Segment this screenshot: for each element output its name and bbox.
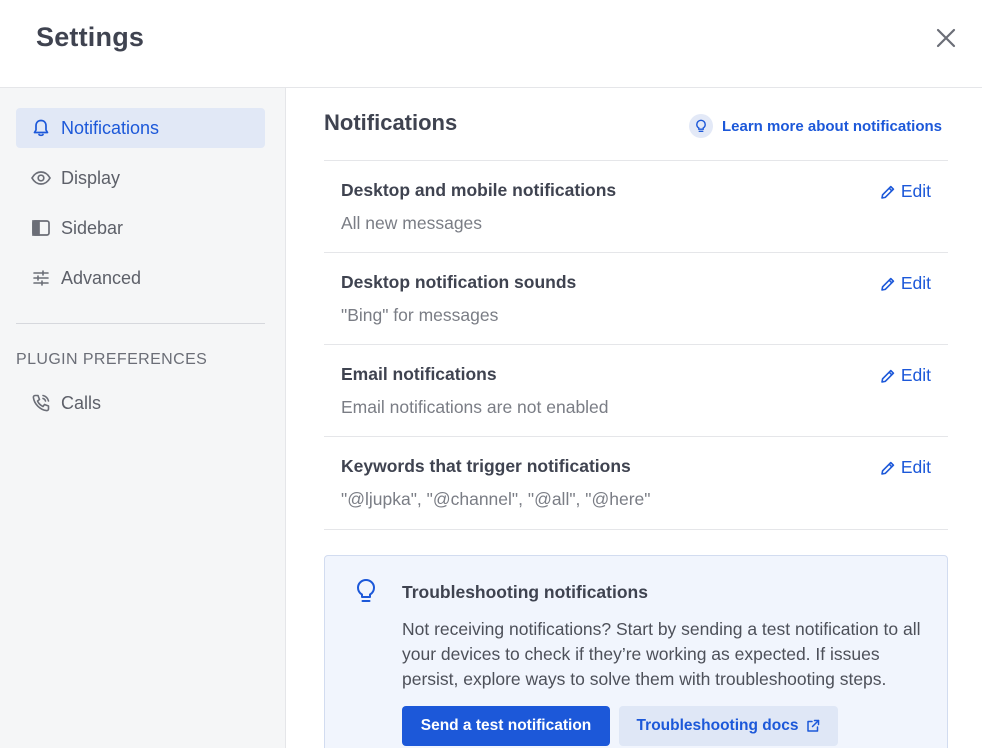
troubleshooting-title: Troubleshooting notifications <box>402 582 648 602</box>
button-label: Send a test notification <box>420 717 592 734</box>
sidebar-item-label: Calls <box>61 392 102 413</box>
close-button[interactable] <box>930 22 962 54</box>
setting-row-keywords: Keywords that trigger notifications "@lj… <box>324 437 948 530</box>
bell-icon <box>30 117 52 139</box>
section-title: Notifications <box>324 110 458 135</box>
setting-value: "Bing" for messages <box>341 305 499 325</box>
phone-icon <box>30 392 52 414</box>
learn-more-text: Learn more about notifications <box>722 117 943 135</box>
sidebar-item-label: Notifications <box>61 117 160 138</box>
pencil-icon <box>881 461 895 475</box>
troubleshooting-card: Troubleshooting notifications Not receiv… <box>324 555 948 748</box>
sidebar-item-label: Display <box>61 167 121 188</box>
edit-label: Edit <box>900 365 931 385</box>
troubleshooting-body: Not receiving notifications? Start by se… <box>402 619 921 689</box>
pencil-icon <box>881 185 895 199</box>
edit-label: Edit <box>900 457 931 477</box>
pencil-icon <box>881 369 895 383</box>
settings-sidebar: Notifications Display Sidebar Advanced P… <box>0 88 286 748</box>
sidebar-item-label: Advanced <box>61 267 142 288</box>
setting-row-email: Email notifications Email notifications … <box>324 345 948 437</box>
edit-button[interactable]: Edit <box>880 457 931 478</box>
sidebar-item-calls[interactable]: Calls <box>16 383 265 423</box>
eye-icon <box>30 167 52 189</box>
edit-label: Edit <box>900 273 931 293</box>
setting-title: Desktop and mobile notifications <box>341 180 617 200</box>
notifications-panel: Notifications Learn more about notificat… <box>287 88 982 748</box>
sidebar-item-sidebar[interactable]: Sidebar <box>16 208 265 248</box>
setting-title: Email notifications <box>341 364 497 384</box>
setting-value: "@ljupka", "@channel", "@all", "@here" <box>341 489 651 509</box>
pencil-icon <box>881 277 895 291</box>
sidebar-item-display[interactable]: Display <box>16 158 265 198</box>
sidebar-item-advanced[interactable]: Advanced <box>16 258 265 298</box>
setting-value: Email notifications are not enabled <box>341 397 609 417</box>
close-icon <box>936 28 956 48</box>
sidebar-panel-icon <box>30 217 52 239</box>
sidebar-item-notifications[interactable]: Notifications <box>16 108 265 148</box>
modal-title: Settings <box>36 22 145 52</box>
sidebar-item-label: Sidebar <box>61 217 124 238</box>
lightbulb-icon <box>689 114 713 138</box>
edit-button[interactable]: Edit <box>880 181 931 202</box>
edit-button[interactable]: Edit <box>880 365 931 386</box>
plugin-preferences-heading: PLUGIN PREFERENCES <box>16 351 208 368</box>
setting-title: Desktop notification sounds <box>341 272 577 292</box>
lightbulb-icon <box>355 578 377 609</box>
setting-row-desktop-mobile: Desktop and mobile notifications All new… <box>324 161 948 253</box>
external-link-icon <box>806 719 820 733</box>
troubleshooting-docs-button[interactable]: Troubleshooting docs <box>619 706 838 746</box>
setting-row-sounds: Desktop notification sounds "Bing" for m… <box>324 253 948 345</box>
sidebar-divider <box>16 323 265 324</box>
setting-title: Keywords that trigger notifications <box>341 456 631 476</box>
edit-button[interactable]: Edit <box>880 273 931 294</box>
send-test-notification-button[interactable]: Send a test notification <box>402 706 610 746</box>
edit-label: Edit <box>900 181 931 201</box>
settings-header: Settings <box>0 0 982 88</box>
learn-more-link[interactable]: Learn more about notifications <box>689 114 942 138</box>
sliders-icon <box>30 267 52 289</box>
button-label: Troubleshooting docs <box>636 717 799 734</box>
setting-value: All new messages <box>341 213 483 233</box>
